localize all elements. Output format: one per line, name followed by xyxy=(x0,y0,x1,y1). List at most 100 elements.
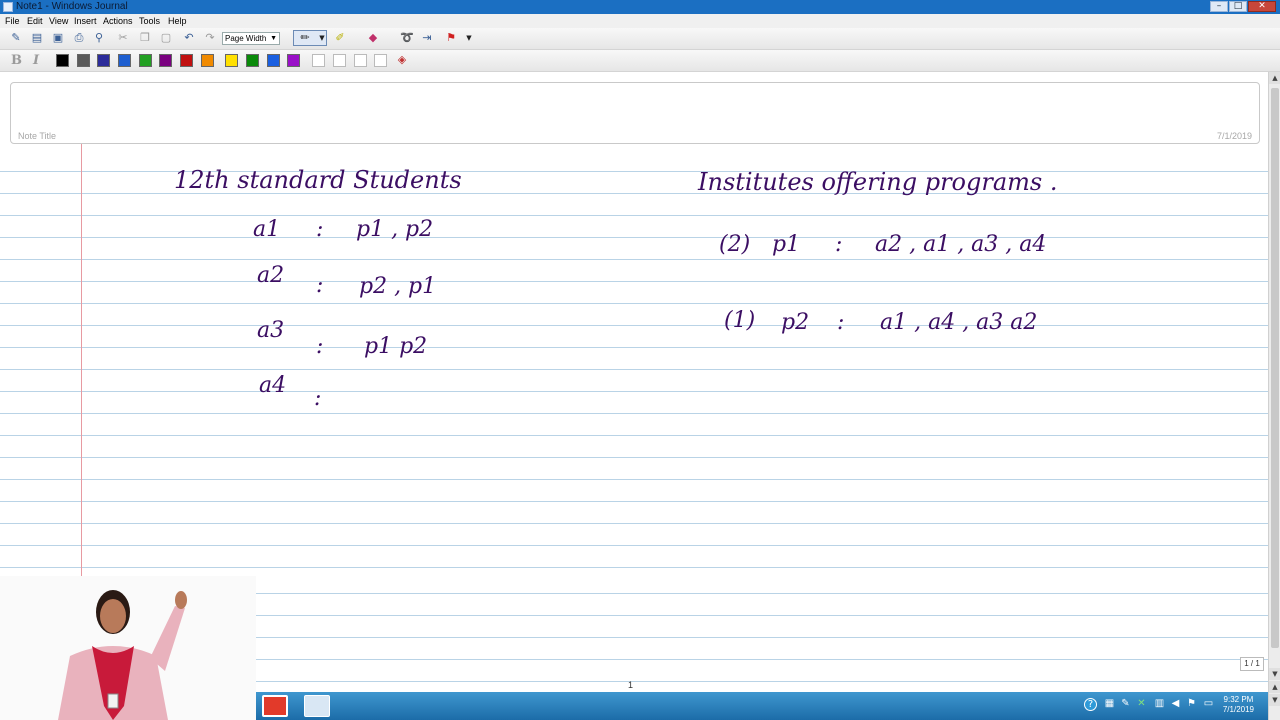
pen-color-red[interactable] xyxy=(180,54,193,67)
chevron-down-icon: ▼ xyxy=(319,34,325,42)
scroll-thumb[interactable] xyxy=(1271,88,1279,648)
find-icon[interactable]: ⚲ xyxy=(92,31,106,45)
page-bottom-area xyxy=(256,576,1268,692)
presenter-figure xyxy=(0,576,256,720)
row-a2-colon: : xyxy=(316,273,324,298)
bold-button[interactable]: B xyxy=(11,53,22,68)
margin-line xyxy=(81,144,82,576)
row-p1-program: p1 xyxy=(772,232,801,257)
flag-icon[interactable]: ⚑ xyxy=(444,31,458,45)
pen-color-purple[interactable] xyxy=(159,54,172,67)
pen-width-very-thick[interactable] xyxy=(374,54,387,67)
help-icon[interactable]: ? xyxy=(1084,698,1097,711)
save-icon[interactable]: ▣ xyxy=(51,31,65,45)
volume-icon[interactable]: ◀ xyxy=(1170,698,1181,709)
highlighter-color-blue[interactable] xyxy=(267,54,280,67)
maximize-button[interactable]: □ xyxy=(1229,1,1247,12)
menu-actions[interactable]: Actions xyxy=(103,15,133,27)
note-title-placeholder: Note Title xyxy=(18,131,57,141)
row-p2-program: p2 xyxy=(781,310,810,335)
pen-width-fine[interactable] xyxy=(312,54,325,67)
menu-edit[interactable]: Edit xyxy=(27,15,43,27)
page-counter: 1 / 1 xyxy=(1240,657,1264,671)
color-palette-icon[interactable]: ◈ xyxy=(395,53,409,67)
row-a3-values: p1 p2 xyxy=(364,334,428,359)
page-up-icon[interactable]: ▲ xyxy=(1269,681,1280,693)
pen-width-medium[interactable] xyxy=(333,54,346,67)
row-a1-values: p1 , p2 xyxy=(356,217,434,242)
new-note-icon[interactable]: ✎ xyxy=(9,31,23,45)
italic-button[interactable]: I xyxy=(33,53,39,68)
display-icon[interactable]: ▭ xyxy=(1203,698,1214,709)
row-a3-label: a3 xyxy=(257,318,285,343)
pen-color-blue[interactable] xyxy=(118,54,131,67)
pen-width-thick[interactable] xyxy=(354,54,367,67)
pen-color-dark-blue[interactable] xyxy=(97,54,110,67)
window-title: Note1 - Windows Journal xyxy=(16,1,128,12)
new-page-icon[interactable]: ▤ xyxy=(30,31,44,45)
highlighter-color-yellow[interactable] xyxy=(225,54,238,67)
flag-tray-icon[interactable]: ⚑ xyxy=(1186,698,1197,709)
highlighter-color-green[interactable] xyxy=(246,54,259,67)
close-button[interactable]: ✕ xyxy=(1248,1,1276,12)
note-page[interactable]: Note Title 7/1/2019 12th standard Studen… xyxy=(0,72,1268,576)
scroll-up-icon[interactable]: ▲ xyxy=(1269,72,1280,84)
pen-color-orange[interactable] xyxy=(201,54,214,67)
journal-app-button[interactable] xyxy=(304,695,330,717)
tray-app-icon[interactable]: ▦ xyxy=(1104,698,1115,709)
row-a1-colon: : xyxy=(316,217,324,242)
highlighter-color-purple[interactable] xyxy=(287,54,300,67)
row-a1-label: a1 xyxy=(253,217,281,242)
journal-app-icon xyxy=(3,2,13,12)
vertical-scrollbar[interactable]: ▲ ▼ ▲ ▼ xyxy=(1268,72,1280,720)
excel-tray-icon[interactable]: ✕ xyxy=(1136,698,1147,709)
print-icon[interactable]: ⎙ xyxy=(72,31,86,45)
page-down-icon[interactable]: ▼ xyxy=(1269,694,1280,706)
menu-file[interactable]: File xyxy=(5,15,20,27)
row-a2-label: a2 xyxy=(257,263,285,288)
taskbar: ? ▦ ✎ ✕ ▥ ◀ ⚑ ▭ 9:32 PM 7/1/2019 xyxy=(256,692,1268,720)
note-title-area[interactable]: Note Title 7/1/2019 xyxy=(10,82,1260,144)
chevron-down-icon: ▼ xyxy=(270,35,277,42)
pen-color-green[interactable] xyxy=(139,54,152,67)
pen-tool-button[interactable]: ✏ ▼ xyxy=(293,30,327,46)
undo-icon[interactable]: ↶ xyxy=(182,31,196,45)
cut-icon[interactable]: ✂ xyxy=(116,31,130,45)
camtasia-app-button[interactable] xyxy=(262,695,288,717)
page-number: 1 xyxy=(628,680,634,690)
row-a2-values: p2 , p1 xyxy=(359,274,437,299)
zoom-select[interactable]: Page Width ▼ xyxy=(222,32,280,45)
redo-icon[interactable]: ↷ xyxy=(203,31,217,45)
pen-color-black[interactable] xyxy=(56,54,69,67)
presenter-video xyxy=(0,576,256,720)
row-p2-rank: (1) xyxy=(724,308,756,333)
lasso-icon[interactable]: ➰ xyxy=(400,31,414,45)
row-a4-colon: : xyxy=(314,386,322,411)
row-p1-values: a2 , a1 , a3 , a4 xyxy=(875,232,1047,257)
eraser-icon[interactable]: ◆ xyxy=(366,31,380,45)
insert-space-icon[interactable]: ⇥ xyxy=(420,31,434,45)
row-p2-colon: : xyxy=(837,310,845,335)
chevron-down-icon[interactable]: ▼ xyxy=(462,31,476,45)
format-toolbar: B I ◈ xyxy=(0,50,1280,72)
highlighter-icon[interactable]: ✐ xyxy=(333,31,347,45)
taskbar-clock[interactable]: 9:32 PM 7/1/2019 xyxy=(1223,695,1254,715)
left-heading: 12th standard Students xyxy=(174,166,462,194)
row-a3-colon: : xyxy=(316,334,324,359)
row-p1-rank: (2) xyxy=(719,232,751,257)
paste-icon[interactable]: ▢ xyxy=(159,31,173,45)
menu-insert[interactable]: Insert xyxy=(74,15,97,27)
menu-help[interactable]: Help xyxy=(168,15,187,27)
copy-icon[interactable]: ❐ xyxy=(138,31,152,45)
minimize-button[interactable]: – xyxy=(1210,1,1228,12)
pen-tray-icon[interactable]: ✎ xyxy=(1120,698,1131,709)
menu-view[interactable]: View xyxy=(49,15,68,27)
scroll-down-icon[interactable]: ▼ xyxy=(1269,668,1280,680)
pen-color-gray[interactable] xyxy=(77,54,90,67)
network-icon[interactable]: ▥ xyxy=(1154,698,1165,709)
standard-toolbar: ✎ ▤ ▣ ⎙ ⚲ ✂ ❐ ▢ ↶ ↷ Page Width ▼ ✏ ▼ ✐ ◆… xyxy=(0,28,1280,50)
menu-tools[interactable]: Tools xyxy=(139,15,160,27)
clock-date: 7/1/2019 xyxy=(1222,705,1254,714)
note-date: 7/1/2019 xyxy=(1216,131,1252,141)
zoom-value: Page Width xyxy=(225,34,267,43)
